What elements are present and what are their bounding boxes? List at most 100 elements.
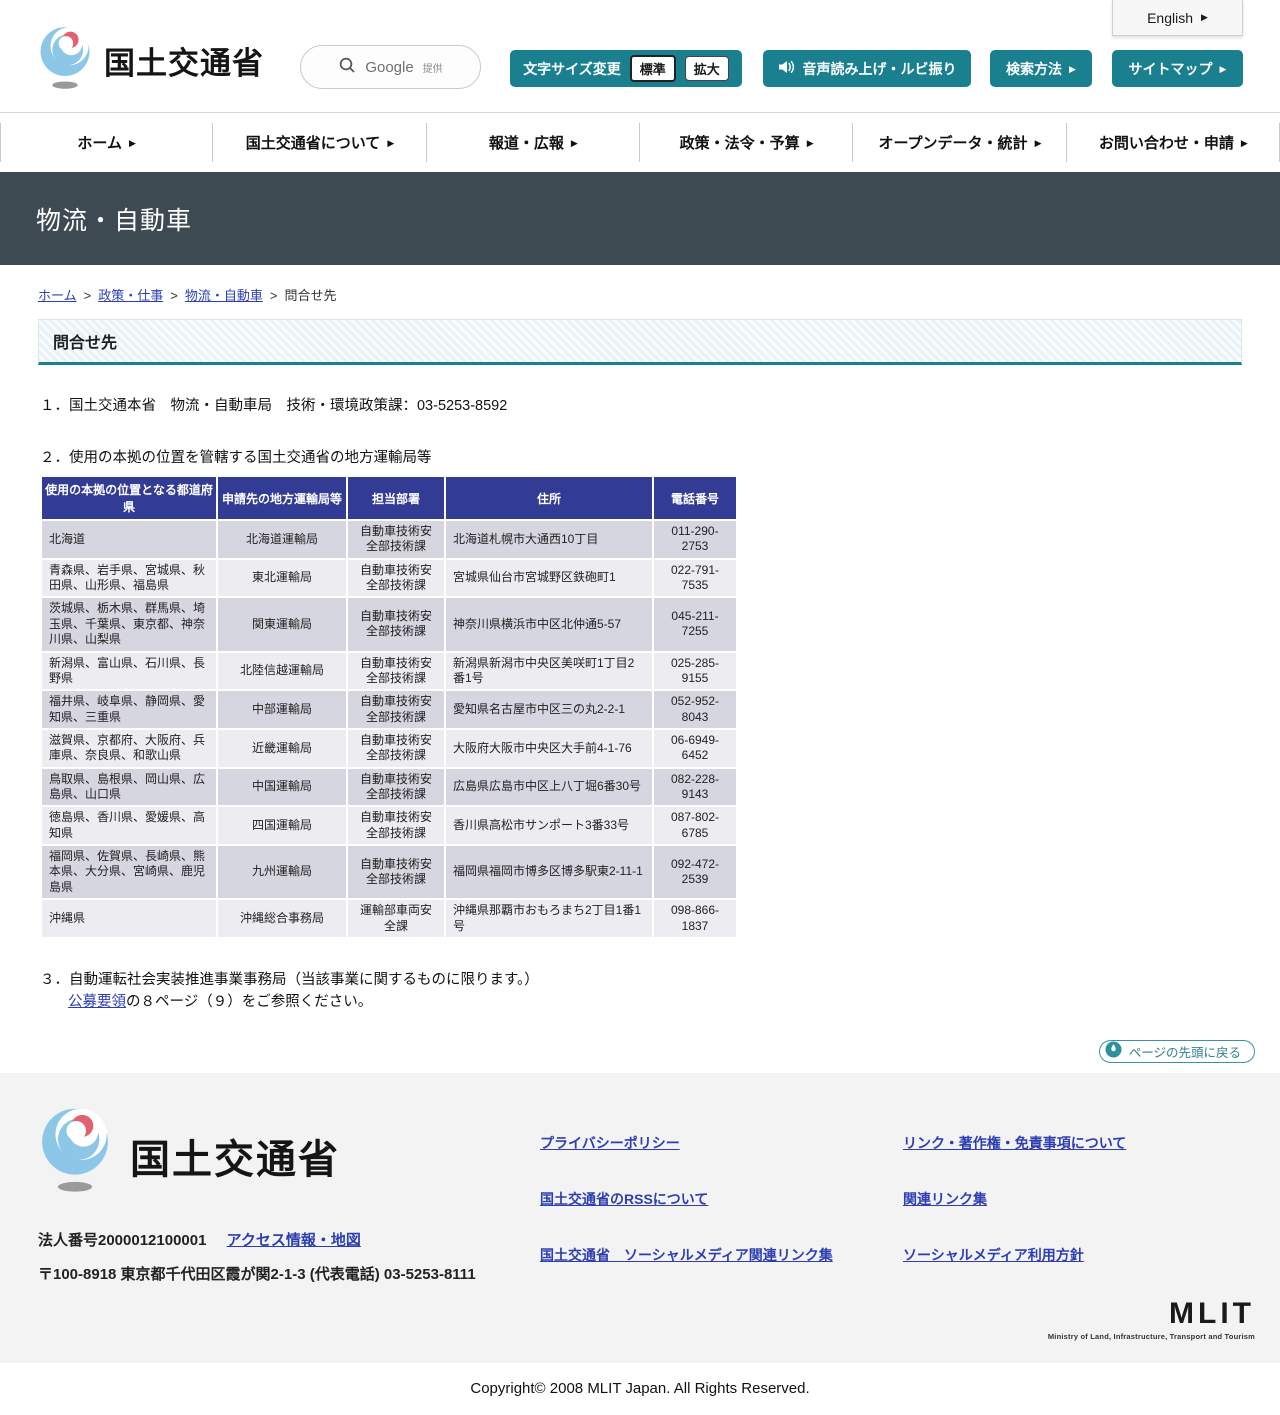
search-provider-suffix: 提供	[422, 63, 443, 75]
table-cell: 自動車技術安全部技術課	[348, 652, 444, 690]
table-cell: 082-228-9143	[654, 768, 736, 806]
table-cell: 自動車技術安全部技術課	[348, 729, 444, 767]
table-cell: 自動車技術安全部技術課	[348, 807, 444, 845]
contact-item-3-line2-rest: の８ページ（９）をご参照ください。	[126, 994, 373, 1011]
table-cell: 北海道札幌市大通西10丁目	[446, 521, 652, 558]
table-cell: 沖縄県那覇市おもろまち2丁目1番1号	[446, 900, 652, 937]
table-cell: 新潟県新潟市中央区美咲町1丁目2番1号	[446, 652, 652, 690]
sitemap-label: サイトマップ	[1128, 60, 1213, 77]
table-cell: 関東運輸局	[218, 598, 346, 651]
table-cell: 北海道運輸局	[218, 521, 346, 558]
table-cell: 052-952-8043	[654, 691, 736, 728]
chevron-right-icon: ▶	[806, 138, 814, 148]
table-cell: 東北運輸局	[218, 559, 346, 597]
contact-table: 使用の本拠の位置となる都道府県 申請先の地方運輸局等 担当部署 住所 電話番号 …	[40, 475, 738, 939]
font-size-standard-button[interactable]: 標準	[629, 55, 676, 82]
breadcrumb-separator: >	[269, 288, 278, 303]
sitemap-button[interactable]: サイトマップ ▶	[1112, 50, 1243, 87]
nav-item-policy[interactable]: 政策・法令・予算 ▶	[640, 113, 854, 172]
contact-item-2: ２．使用の本拠の位置を管轄する国土交通省の地方運輸局等	[40, 450, 432, 466]
contact-item-1: １．国土交通本省 物流・自動車局 技術・環境政策課：03-5253-8592	[40, 398, 508, 414]
speaker-icon	[778, 59, 795, 78]
mlit-wordmark-tagline: Ministry of Land, Infrastructure, Transp…	[1047, 1331, 1255, 1341]
footer-links-column-2: リンク・著作権・免責事項について 関連リンク集 ソーシャルメディア利用方針	[903, 1133, 1126, 1265]
table-header-phone: 電話番号	[654, 477, 736, 519]
contact-item-3-line1: ３．自動運転社会実装推進事業事務局（当該事業に関するものに限ります。）	[40, 971, 539, 988]
table-cell: 宮城県仙台市宮城野区鉄砲町1	[446, 559, 652, 597]
search-input[interactable]: Google 提供	[300, 45, 481, 89]
table-cell: 徳島県、香川県、愛媛県、高知県	[42, 807, 216, 845]
table-header-row: 使用の本拠の位置となる都道府県 申請先の地方運輸局等 担当部署 住所 電話番号	[42, 477, 736, 519]
table-cell: 自動車技術安全部技術課	[348, 846, 444, 899]
table-cell: 011-290-2753	[654, 521, 736, 558]
back-to-top-row: ページの先頭に戻る	[0, 1039, 1255, 1063]
nav-item-press[interactable]: 報道・広報 ▶	[427, 113, 641, 172]
table-header-address: 住所	[446, 477, 652, 519]
nav-item-home[interactable]: ホーム ▶	[0, 113, 214, 172]
table-row: 滋賀県、京都府、大阪府、兵庫県、奈良県、和歌山県 近畿運輸局 自動車技術安全部技術課…	[42, 729, 736, 767]
nav-label: お問い合わせ・申請	[1098, 135, 1234, 152]
english-button[interactable]: English ▶	[1112, 0, 1243, 36]
chevron-right-icon: ▶	[1219, 63, 1227, 74]
main-content: ホーム > 政策・仕事 > 物流・自動車 > 問合せ先 問合せ先 １．国土交通本省 物流・自…	[0, 285, 1280, 1014]
table-cell: 香川県高松市サンポート3番33号	[446, 807, 652, 845]
table-row: 福岡県、佐賀県、長崎県、熊本県、大分県、宮崎県、鹿児島県 九州運輸局 自動車技術安全…	[42, 846, 736, 899]
breadcrumb-logistics[interactable]: 物流・自動車	[185, 288, 263, 303]
privacy-policy-link[interactable]: プライバシーポリシー	[540, 1133, 833, 1153]
table-cell: 自動車技術安全部技術課	[348, 598, 444, 651]
table-row: 鳥取県、島根県、岡山県、広島県、山口県 中国運輸局 自動車技術安全部技術課 広島県広島…	[42, 768, 736, 806]
table-cell: 045-211-7255	[654, 598, 736, 651]
table-cell: 茨城県、栃木県、群馬県、埼玉県、千葉県、東京都、神奈川県、山梨県	[42, 598, 216, 651]
table-row: 福井県、岐阜県、静岡県、愛知県、三重県 中部運輸局 自動車技術安全部技術課 愛知県名古…	[42, 691, 736, 728]
table-cell: 九州運輸局	[218, 846, 346, 899]
table-cell: 022-791-7535	[654, 559, 736, 597]
table-cell: 滋賀県、京都府、大阪府、兵庫県、奈良県、和歌山県	[42, 729, 216, 767]
site-header: 国土交通省 Google 提供 文字サイズ変更 標準 拡大 音声読み上げ・ルビ振…	[0, 0, 1280, 112]
related-links-link[interactable]: 関連リンク集	[903, 1189, 1126, 1209]
mlit-logo[interactable]: 国土交通省	[36, 24, 264, 95]
breadcrumb-policy[interactable]: 政策・仕事	[98, 288, 163, 303]
table-cell: 鳥取県、島根県、岡山県、広島県、山口県	[42, 768, 216, 806]
chevron-right-icon: ▶	[387, 138, 395, 148]
breadcrumb-current: 問合せ先	[284, 288, 337, 303]
breadcrumb-separator: >	[170, 288, 178, 303]
nav-item-opendata[interactable]: オープンデータ・統計 ▶	[853, 113, 1067, 172]
back-to-top-label: ページの先頭に戻る	[1128, 1045, 1241, 1060]
nav-label: オープンデータ・統計	[878, 135, 1028, 152]
font-size-label: 文字サイズ変更	[523, 60, 621, 77]
table-row: 沖縄県 沖縄総合事務局 運輸部車両安全課 沖縄県那覇市おもろまち2丁目1番1号 098-…	[42, 900, 736, 937]
nav-label: 国土交通省について	[245, 135, 381, 152]
table-cell: 06-6949-6452	[654, 729, 736, 767]
table-row: 新潟県、富山県、石川県、長野県 北陸信越運輸局 自動車技術安全部技術課 新潟県新潟市中…	[42, 652, 736, 690]
table-cell: 沖縄県	[42, 900, 216, 937]
table-cell: 福井県、岐阜県、静岡県、愛知県、三重県	[42, 691, 216, 728]
mlit-wordmark-text: MLIT	[1169, 1296, 1255, 1330]
search-method-button[interactable]: 検索方法 ▶	[990, 50, 1092, 87]
back-to-top-button[interactable]: ページの先頭に戻る	[1098, 1039, 1255, 1063]
tts-button[interactable]: 音声読み上げ・ルビ振り	[763, 50, 971, 87]
table-row: 茨城県、栃木県、群馬県、埼玉県、千葉県、東京都、神奈川県、山梨県 関東運輸局 自動車…	[42, 598, 736, 651]
corporate-number-text: 法人番号2000012100001	[38, 1231, 207, 1249]
chevron-right-icon: ▶	[1069, 63, 1076, 74]
chevron-right-icon: ▶	[1034, 138, 1042, 148]
table-header-prefectures: 使用の本拠の位置となる都道府県	[42, 477, 216, 519]
table-cell: 愛知県名古屋市中区三の丸2-2-1	[446, 691, 652, 728]
social-media-links-link[interactable]: 国土交通省 ソーシャルメディア関連リンク集	[540, 1245, 833, 1265]
rss-link[interactable]: 国土交通省のRSSについて	[540, 1189, 833, 1209]
nav-item-about[interactable]: 国土交通省について ▶	[213, 113, 427, 172]
arrow-up-icon	[1105, 1041, 1122, 1061]
search-icon	[338, 56, 356, 79]
access-info-link[interactable]: アクセス情報・地図	[227, 1232, 361, 1249]
page-title: 物流・自動車	[36, 206, 193, 235]
nav-label: 政策・法令・予算	[679, 135, 800, 152]
nav-item-contact[interactable]: お問い合わせ・申請 ▶	[1067, 113, 1280, 172]
social-media-policy-link[interactable]: ソーシャルメディア利用方針	[903, 1245, 1126, 1265]
table-cell: 自動車技術安全部技術課	[348, 521, 444, 558]
footer-corporate-number: 法人番号2000012100001 アクセス情報・地図	[38, 1229, 361, 1250]
table-cell: 福岡県福岡市博多区博多駅東2-11-1	[446, 846, 652, 899]
application-guidelines-link[interactable]: 公募要領	[68, 994, 126, 1010]
table-header-department: 担当部署	[348, 477, 444, 519]
breadcrumb-home[interactable]: ホーム	[38, 288, 77, 303]
copyright-disclaimer-link[interactable]: リンク・著作権・免責事項について	[903, 1133, 1126, 1153]
font-size-large-button[interactable]: 拡大	[684, 56, 729, 81]
